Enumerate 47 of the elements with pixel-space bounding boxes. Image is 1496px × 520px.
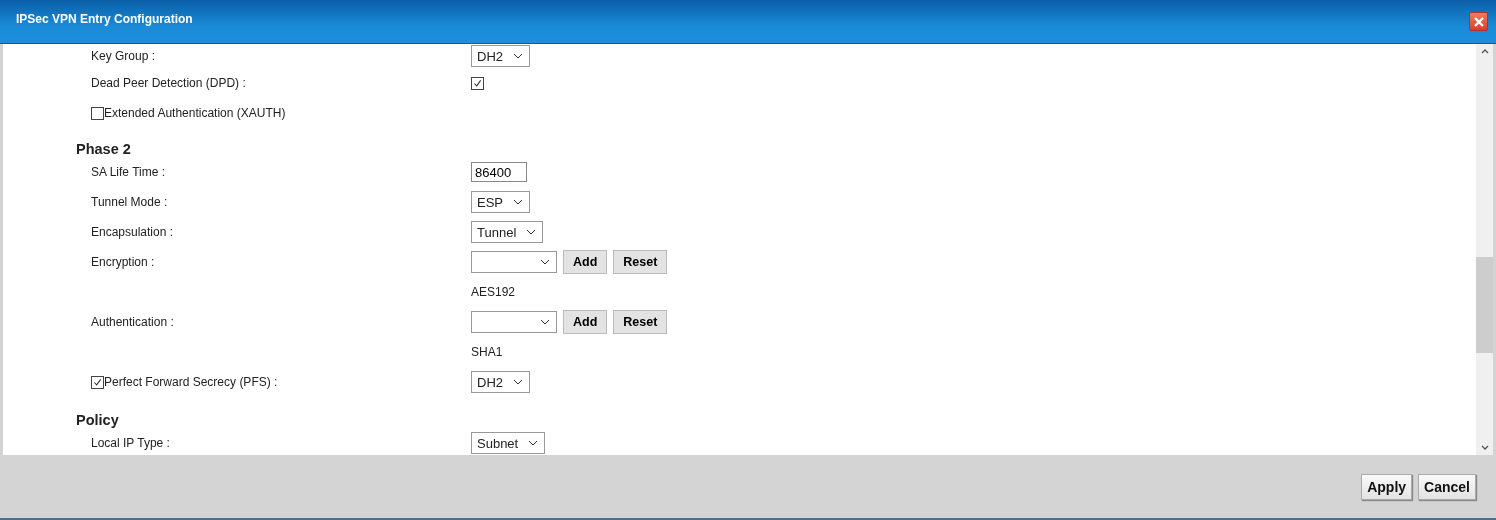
- section-heading: Phase 2: [76, 140, 132, 157]
- chevron-down-icon: [513, 379, 523, 385]
- form-button[interactable]: Reset: [613, 250, 668, 274]
- dropdown[interactable]: Subnet: [471, 432, 546, 454]
- dropdown[interactable]: DH2: [471, 371, 530, 393]
- form-button[interactable]: Add: [563, 310, 608, 334]
- close-icon: [1472, 15, 1485, 28]
- chevron-down-icon: [540, 259, 550, 265]
- dropdown[interactable]: ESP: [471, 191, 530, 213]
- field-label: Dead Peer Detection (DPD) :: [91, 76, 246, 90]
- chevron-down-icon: [528, 440, 539, 446]
- checkmark-icon: [472, 77, 483, 89]
- chevron-down-icon: [526, 229, 537, 235]
- field-label: Authentication :: [91, 315, 174, 329]
- field-label: Perfect Forward Secrecy (PFS) :: [104, 375, 278, 389]
- dropdown[interactable]: DH2: [471, 45, 530, 67]
- field-label: Encryption :: [91, 255, 155, 269]
- field-label: Local IP Type :: [91, 436, 170, 450]
- chevron-up-icon: [1480, 49, 1489, 54]
- field-label: Tunnel Mode :: [91, 195, 168, 209]
- dialog-button[interactable]: Apply: [1361, 473, 1413, 500]
- dropdown[interactable]: Tunnel: [471, 221, 544, 243]
- checkmark-icon: [92, 376, 103, 388]
- dropdown[interactable]: [471, 251, 557, 273]
- field-label: Encapsulation :: [91, 225, 174, 239]
- window-title: IPSec VPN Entry Configuration: [16, 12, 193, 26]
- field-label: SA Life Time :: [91, 165, 166, 179]
- field-label: Key Group :: [91, 49, 156, 63]
- checkbox[interactable]: [471, 76, 484, 90]
- form-button[interactable]: Reset: [613, 310, 668, 334]
- chevron-down-icon: [540, 319, 550, 325]
- dropdown[interactable]: [471, 311, 557, 333]
- chevron-down-icon: [513, 53, 523, 59]
- value-text: AES192: [471, 285, 516, 299]
- close-button[interactable]: [1469, 12, 1488, 31]
- field-label: Extended Authentication (XAUTH): [104, 106, 286, 120]
- chevron-down-icon: [1480, 445, 1489, 450]
- input-field[interactable]: 86400: [471, 162, 527, 182]
- chevron-down-icon: [513, 199, 523, 205]
- dialog-button[interactable]: Cancel: [1418, 473, 1476, 500]
- form-button[interactable]: Add: [563, 250, 608, 274]
- scrollbar[interactable]: [1476, 44, 1493, 455]
- checkbox[interactable]: [91, 106, 104, 120]
- scrollbar-thumb[interactable]: [1476, 257, 1493, 353]
- section-heading: Policy: [76, 411, 120, 428]
- value-text: SHA1: [471, 345, 503, 359]
- checkbox[interactable]: [91, 375, 104, 389]
